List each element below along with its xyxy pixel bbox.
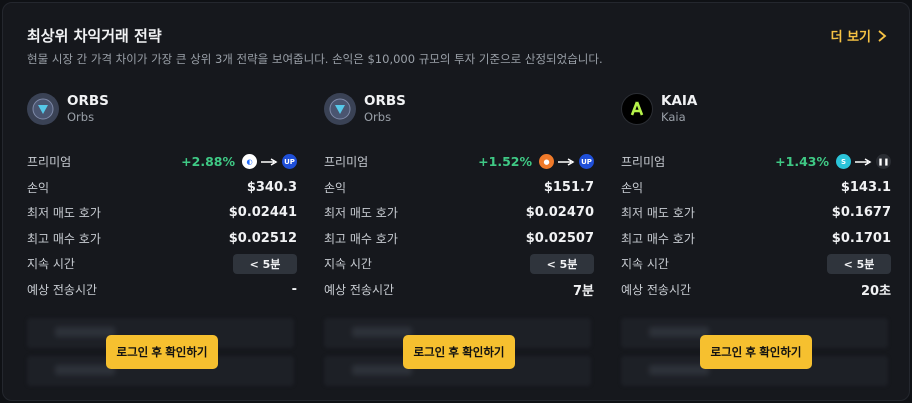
panel-subtitle: 현물 시장 간 가격 차이가 가장 큰 상위 3개 전략을 보여줍니다. 손익은… (27, 52, 603, 66)
duration-label: 지속 시간 (621, 257, 669, 272)
duration-badge: < 5분 (827, 253, 891, 274)
exchange-b-icon: ● (539, 154, 554, 170)
transfer-time-label: 예상 전송시간 (324, 282, 395, 297)
orbs-icon (27, 93, 59, 125)
pnl-label: 손익 (27, 180, 50, 195)
kaia-icon (621, 93, 653, 125)
coin-symbol: ORBS (364, 93, 406, 109)
transfer-time-value: - (291, 281, 297, 297)
premium-value: +1.43% (775, 154, 829, 170)
login-to-view-button[interactable]: 로그인 후 확인하기 (700, 335, 812, 369)
lowest-ask-value: $0.1677 (831, 205, 891, 221)
arbitrage-panel: 최상위 차익거래 전략 현물 시장 간 가격 차이가 가장 큰 상위 3개 전략… (2, 2, 910, 401)
orbs-icon (324, 93, 356, 125)
premium-label: 프리미엄 (27, 155, 72, 170)
lowest-ask-label: 최저 매도 호가 (621, 206, 695, 221)
highest-bid-label: 최고 매수 호가 (27, 231, 101, 246)
coin-symbol: ORBS (67, 93, 109, 109)
upbit-icon: UP (282, 154, 297, 170)
exchange-c-icon: S (836, 154, 851, 170)
coin-name: Kaia (661, 110, 686, 124)
duration-label: 지속 시간 (324, 257, 372, 272)
premium-label: 프리미엄 (324, 155, 369, 170)
duration-badge: < 5분 (530, 253, 594, 274)
pnl-value: $143.1 (840, 179, 891, 195)
premium-value: +1.52% (478, 154, 532, 170)
transfer-time-value: 7분 (572, 283, 594, 299)
lowest-ask-value: $0.02470 (525, 205, 594, 221)
chevron-right-icon (878, 29, 887, 42)
arrow-right-icon (558, 158, 575, 166)
more-label: 더 보기 (830, 30, 871, 45)
premium-label: 프리미엄 (621, 155, 666, 170)
highest-bid-value: $0.1701 (831, 230, 891, 246)
panel-title: 최상위 차익거래 전략 (27, 27, 162, 45)
arrow-right-icon (261, 158, 278, 166)
lowest-ask-label: 최저 매도 호가 (27, 206, 101, 221)
coin-symbol: KAIA (661, 93, 698, 109)
transfer-time-label: 예상 전송시간 (621, 282, 692, 297)
lowest-ask-label: 최저 매도 호가 (324, 206, 398, 221)
coin-name: Orbs (364, 110, 392, 124)
login-to-view-button[interactable]: 로그인 후 확인하기 (106, 335, 218, 369)
highest-bid-label: 최고 매수 호가 (324, 231, 398, 246)
transfer-time-label: 예상 전송시간 (27, 282, 98, 297)
duration-label: 지속 시간 (27, 257, 75, 272)
premium-value: +2.88% (181, 154, 235, 170)
more-link[interactable]: 더 보기 (831, 26, 887, 45)
coin-name: Orbs (67, 110, 95, 124)
pnl-label: 손익 (621, 180, 644, 195)
exchange-d-icon: ❚❚ (876, 154, 891, 170)
strategy-card-3: KAIA Kaia 프리미엄 +1.43% S ❚❚ 손익 $143.1 최저 매… (621, 91, 891, 386)
upbit-icon: UP (579, 154, 594, 170)
arrow-right-icon (855, 158, 872, 166)
highest-bid-label: 최고 매수 호가 (621, 231, 695, 246)
exchange-a-icon: ◐ (242, 154, 257, 170)
highest-bid-value: $0.02507 (525, 230, 594, 246)
transfer-time-value: 20초 (860, 283, 891, 299)
highest-bid-value: $0.02512 (228, 230, 297, 246)
pnl-value: $340.3 (246, 179, 297, 195)
pnl-value: $151.7 (543, 179, 594, 195)
pnl-label: 손익 (324, 180, 347, 195)
strategy-card-2: ORBS Orbs 프리미엄 +1.52% ● UP 손익 $151.7 최저 매… (324, 91, 594, 386)
strategy-card-1: ORBS Orbs 프리미엄 +2.88% ◐ UP 손익 $340.3 최저 매… (27, 91, 297, 386)
duration-badge: < 5분 (233, 253, 297, 274)
login-to-view-button[interactable]: 로그인 후 확인하기 (403, 335, 515, 369)
lowest-ask-value: $0.02441 (228, 205, 297, 221)
